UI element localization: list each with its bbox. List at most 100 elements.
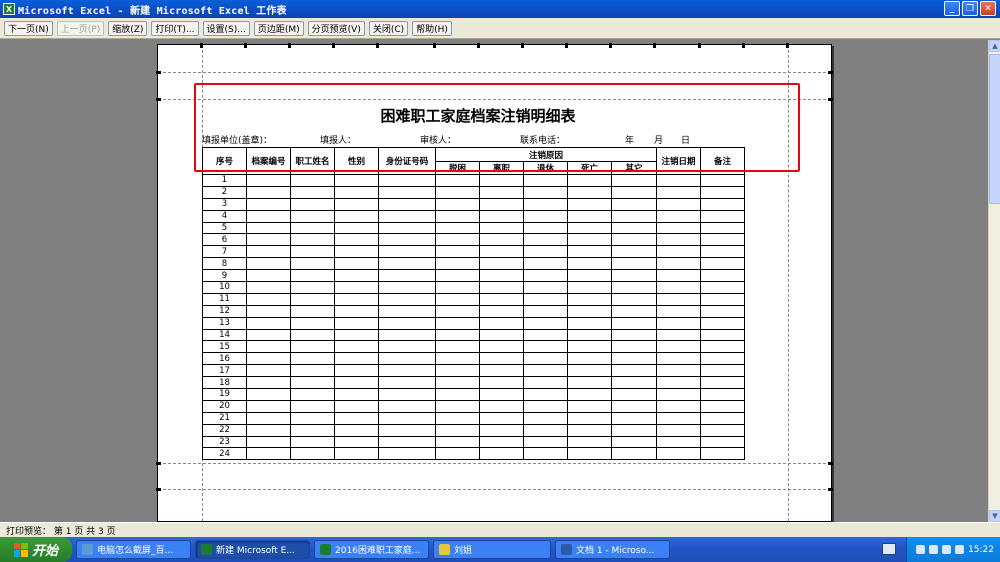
row-number: 22 bbox=[202, 423, 247, 437]
table-cell bbox=[435, 245, 480, 259]
footer-margin-guide[interactable] bbox=[158, 489, 831, 490]
table-cell bbox=[246, 447, 291, 461]
excel-icon[interactable]: X bbox=[3, 3, 15, 15]
table-cell bbox=[611, 257, 657, 271]
taskbar-item[interactable]: 文档 1 - Microso... bbox=[555, 540, 670, 559]
table-cell bbox=[656, 292, 701, 306]
zoom-button[interactable]: 缩放(Z) bbox=[108, 20, 148, 36]
table-cell bbox=[378, 221, 436, 235]
scroll-up-icon[interactable]: ▲ bbox=[989, 40, 1000, 52]
table-cell bbox=[334, 281, 379, 294]
table-cell bbox=[479, 388, 524, 401]
column-handle[interactable] bbox=[521, 43, 524, 48]
column-handle[interactable] bbox=[786, 43, 789, 48]
restore-icon[interactable]: ❐ bbox=[962, 1, 978, 16]
table-cell bbox=[378, 269, 436, 283]
table-cell bbox=[479, 340, 524, 354]
table-cell bbox=[290, 316, 335, 330]
margin-handle[interactable] bbox=[828, 98, 833, 101]
table-cell bbox=[611, 221, 657, 235]
margin-handle[interactable] bbox=[156, 488, 161, 491]
column-handle[interactable] bbox=[609, 43, 612, 48]
page-break-preview-button[interactable]: 分页预览(V) bbox=[307, 20, 365, 36]
prev-page-button[interactable]: 上一页(P) bbox=[56, 20, 105, 36]
table-cell bbox=[567, 221, 612, 235]
taskbar-item[interactable]: 刘姐 bbox=[433, 540, 551, 559]
table-cell bbox=[567, 364, 612, 378]
table-cell bbox=[479, 399, 524, 413]
table-cell bbox=[567, 209, 612, 223]
table-cell bbox=[435, 209, 480, 223]
print-button[interactable]: 打印(T)... bbox=[151, 20, 199, 36]
column-handle[interactable] bbox=[332, 43, 335, 48]
table-cell bbox=[378, 423, 436, 437]
margin-handle[interactable] bbox=[156, 98, 161, 101]
vertical-scrollbar[interactable]: ▲ ▼ bbox=[988, 40, 1000, 522]
scroll-thumb[interactable] bbox=[989, 54, 1000, 204]
volume-icon[interactable] bbox=[942, 545, 952, 554]
help-button[interactable]: 帮助(H) bbox=[412, 20, 452, 36]
column-handle[interactable] bbox=[477, 43, 480, 48]
column-handle[interactable] bbox=[200, 43, 203, 48]
column-handle[interactable] bbox=[565, 43, 568, 48]
table-row: 16 bbox=[202, 352, 745, 366]
column-handle[interactable] bbox=[742, 43, 745, 48]
security-icon[interactable] bbox=[955, 545, 965, 554]
task-list: 电脑怎么截屏_百... 新建 Microsoft E... 2016困难职工家庭..… bbox=[72, 540, 670, 559]
close-icon[interactable]: ✕ bbox=[980, 1, 996, 16]
table-cell bbox=[523, 364, 568, 378]
margin-handle[interactable] bbox=[828, 488, 833, 491]
column-handle[interactable] bbox=[653, 43, 656, 48]
close-button[interactable]: 关闭(C) bbox=[368, 20, 409, 36]
table-cell bbox=[479, 233, 524, 247]
scroll-down-icon[interactable]: ▼ bbox=[989, 510, 1000, 522]
preview-page: 困难职工家庭档案注销明细表 填报单位(盖章)： 填报人： 审核人： 联系电话： … bbox=[156, 43, 833, 522]
table-cell bbox=[611, 304, 657, 318]
column-handle[interactable] bbox=[288, 43, 291, 48]
table-cell bbox=[479, 316, 524, 330]
table-cell bbox=[435, 316, 480, 330]
margin-handle[interactable] bbox=[156, 462, 161, 465]
taskbar-item[interactable]: 电脑怎么截屏_百... bbox=[76, 540, 191, 559]
column-handle[interactable] bbox=[376, 43, 379, 48]
taskbar-item[interactable]: 2016困难职工家庭... bbox=[314, 540, 429, 559]
next-page-button[interactable]: 下一页(N) bbox=[4, 20, 53, 36]
table-row: 19 bbox=[202, 388, 745, 401]
bottom-margin-guide[interactable] bbox=[158, 463, 831, 464]
table-cell bbox=[567, 174, 612, 187]
table-cell bbox=[334, 209, 379, 223]
taskbar-item-label: 电脑怎么截屏_百... bbox=[97, 546, 174, 556]
table-cell bbox=[611, 292, 657, 306]
keyboard-icon[interactable] bbox=[882, 543, 896, 555]
row-number: 13 bbox=[202, 316, 247, 330]
input-method-icon[interactable] bbox=[929, 545, 939, 554]
margin-handle[interactable] bbox=[828, 71, 833, 74]
table-cell bbox=[611, 447, 657, 461]
setup-button[interactable]: 设置(S)... bbox=[202, 20, 250, 36]
taskbar-item[interactable]: 新建 Microsoft E... bbox=[195, 540, 310, 559]
table-cell bbox=[435, 292, 480, 306]
minimize-icon[interactable]: _ bbox=[944, 1, 960, 16]
margin-handle[interactable] bbox=[156, 71, 161, 74]
row-number: 7 bbox=[202, 245, 247, 259]
clock[interactable]: 15:22 bbox=[968, 545, 994, 555]
margin-handle[interactable] bbox=[828, 462, 833, 465]
table-cell bbox=[246, 340, 291, 354]
header-margin-guide[interactable] bbox=[158, 72, 831, 73]
column-handle[interactable] bbox=[698, 43, 701, 48]
margins-button[interactable]: 页边距(M) bbox=[253, 20, 304, 36]
table-cell bbox=[567, 352, 612, 366]
network-icon[interactable] bbox=[916, 545, 926, 554]
column-handle[interactable] bbox=[244, 43, 247, 48]
window-controls: _ ❐ ✕ bbox=[944, 1, 996, 16]
table-cell bbox=[479, 364, 524, 378]
table-cell bbox=[700, 388, 745, 401]
table-cell bbox=[334, 352, 379, 366]
table-cell bbox=[700, 376, 745, 390]
table-cell bbox=[611, 209, 657, 223]
start-button[interactable]: 开始 bbox=[0, 537, 72, 562]
column-handle[interactable] bbox=[433, 43, 436, 48]
table-cell bbox=[334, 185, 379, 199]
table-cell bbox=[378, 281, 436, 294]
table-cell bbox=[479, 352, 524, 366]
